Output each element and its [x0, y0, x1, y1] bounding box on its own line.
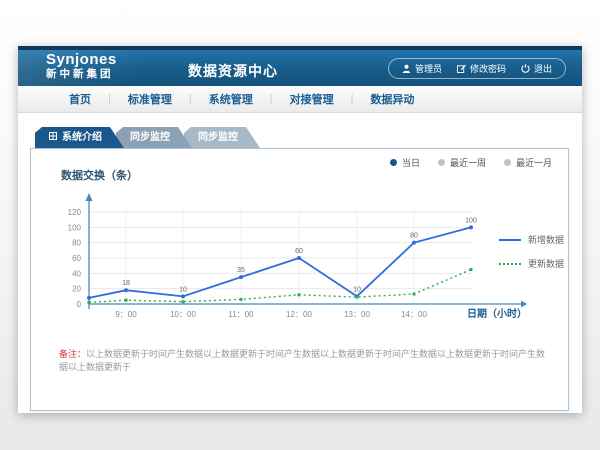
nav-item-system[interactable]: 系统管理	[192, 91, 270, 107]
range-label: 当日	[402, 156, 420, 169]
nav-item-home[interactable]: 首页	[52, 91, 108, 107]
power-icon	[521, 64, 530, 73]
y-tick-label: 20	[72, 285, 81, 294]
main-nav: 首页 | 标准管理 | 系统管理 | 对接管理 | 数据异动	[18, 86, 582, 113]
content-area: 系统介绍 同步监控 同步监控 当日 最近一周	[18, 113, 582, 413]
range-label: 最近一月	[516, 156, 552, 169]
y-tick-label: 60	[72, 254, 81, 263]
green-dotted-sample-icon	[499, 263, 521, 265]
app-header: Synjones 新中新集团 数据资源中心 管理员 修改密码	[18, 50, 582, 86]
x-tick-label: 11：00	[228, 310, 254, 319]
data-point-label: 10	[353, 286, 361, 293]
data-point-label: 80	[410, 233, 418, 240]
data-point	[87, 296, 91, 300]
tab-system-intro[interactable]: 系统介绍	[35, 127, 124, 148]
x-axis-title: 日期（小时）	[467, 307, 527, 320]
data-point-label: 10	[179, 286, 187, 293]
y-axis-title: 数据交换（条）	[61, 167, 138, 183]
user-icon	[402, 64, 411, 73]
data-point	[240, 298, 243, 301]
app-window: Synjones 新中新集团 数据资源中心 管理员 修改密码	[18, 46, 582, 413]
data-point	[298, 293, 301, 296]
footnote-label: 备注：	[59, 349, 86, 359]
chart-panel: 当日 最近一周 最近一月 数据交换（条） 0 20 40 60 80 100 120 9：00…	[30, 148, 569, 411]
tab-label: 同步监控	[198, 127, 238, 148]
blue-line-sample-icon	[499, 239, 521, 241]
change-password-button[interactable]: 修改密码	[457, 62, 506, 75]
app-title: 数据资源中心	[188, 61, 278, 81]
brand-name: Synjones	[46, 52, 117, 67]
data-point	[297, 256, 301, 260]
x-axis-arrow-icon	[521, 301, 527, 308]
logout-label: 退出	[534, 62, 552, 75]
tab-label: 系统介绍	[62, 127, 102, 148]
x-tick-label: 14：00	[401, 310, 427, 319]
brand-logo: Synjones 新中新集团	[46, 52, 117, 80]
desktop-background: Synjones 新中新集团 数据资源中心 管理员 修改密码	[0, 0, 600, 450]
logout-button[interactable]: 退出	[521, 62, 552, 75]
data-point-label: 35	[237, 267, 245, 274]
data-point	[124, 288, 128, 292]
tab-bar: 系统介绍 同步监控 同步监控	[35, 127, 260, 148]
y-tick-label: 100	[68, 223, 82, 232]
y-tick-label: 120	[68, 208, 82, 217]
x-tick-label: 12：00	[286, 310, 312, 319]
radio-dot-icon	[390, 159, 397, 166]
time-range-options: 当日 最近一周 最近一月	[390, 156, 552, 169]
range-label: 最近一周	[450, 156, 486, 169]
y-tick-label: 80	[72, 239, 81, 248]
y-tick-label: 40	[72, 269, 81, 278]
data-point-label: 18	[122, 280, 130, 287]
data-point	[182, 300, 185, 303]
data-point-label: 60	[295, 248, 303, 255]
nav-item-standards[interactable]: 标准管理	[111, 91, 189, 107]
footnote: 备注：以上数据更新于时间产生数据以上数据更新于时间产生数据以上数据更新于时间产生…	[59, 348, 549, 373]
x-tick-label: 13：00	[344, 310, 370, 319]
chart-legend: 新增数据 更新数据	[499, 233, 564, 270]
legend-label: 更新数据	[528, 257, 564, 270]
y-tick-label: 0	[77, 300, 82, 309]
edit-icon	[457, 64, 466, 73]
change-password-label: 修改密码	[470, 62, 506, 75]
footnote-text: 以上数据更新于时间产生数据以上数据更新于时间产生数据以上数据更新于时间产生数据以…	[59, 349, 545, 372]
radio-dot-icon	[438, 159, 445, 166]
legend-item-new-data: 新增数据	[499, 233, 564, 246]
data-point	[181, 294, 185, 298]
range-option-last-week[interactable]: 最近一周	[438, 156, 486, 169]
data-point	[356, 296, 359, 299]
data-point-label: 100	[465, 217, 477, 224]
data-point	[413, 293, 416, 296]
grid-icon	[49, 127, 57, 148]
user-name-label: 管理员	[415, 62, 442, 75]
data-point	[412, 241, 416, 245]
tab-sync-monitor-2[interactable]: 同步监控	[184, 127, 260, 148]
tab-label: 同步监控	[130, 127, 170, 148]
legend-label: 新增数据	[528, 233, 564, 246]
legend-item-updated-data: 更新数据	[499, 257, 564, 270]
data-point	[239, 275, 243, 279]
data-point	[125, 299, 128, 302]
data-point	[470, 268, 473, 271]
radio-dot-icon	[504, 159, 511, 166]
data-point	[88, 301, 91, 304]
nav-item-integration[interactable]: 对接管理	[273, 91, 351, 107]
x-tick-label: 9：00	[115, 310, 137, 319]
brand-company: 新中新集团	[46, 69, 117, 80]
range-option-last-month[interactable]: 最近一月	[504, 156, 552, 169]
tab-sync-monitor-1[interactable]: 同步监控	[116, 127, 192, 148]
data-point	[469, 225, 473, 229]
range-option-today[interactable]: 当日	[390, 156, 420, 169]
user-toolbar: 管理员 修改密码 退出	[388, 58, 566, 79]
y-axis-arrow-icon	[86, 193, 93, 201]
x-tick-label: 10：00	[170, 310, 196, 319]
nav-item-data-changes[interactable]: 数据异动	[353, 91, 431, 107]
current-user-button[interactable]: 管理员	[402, 62, 442, 75]
